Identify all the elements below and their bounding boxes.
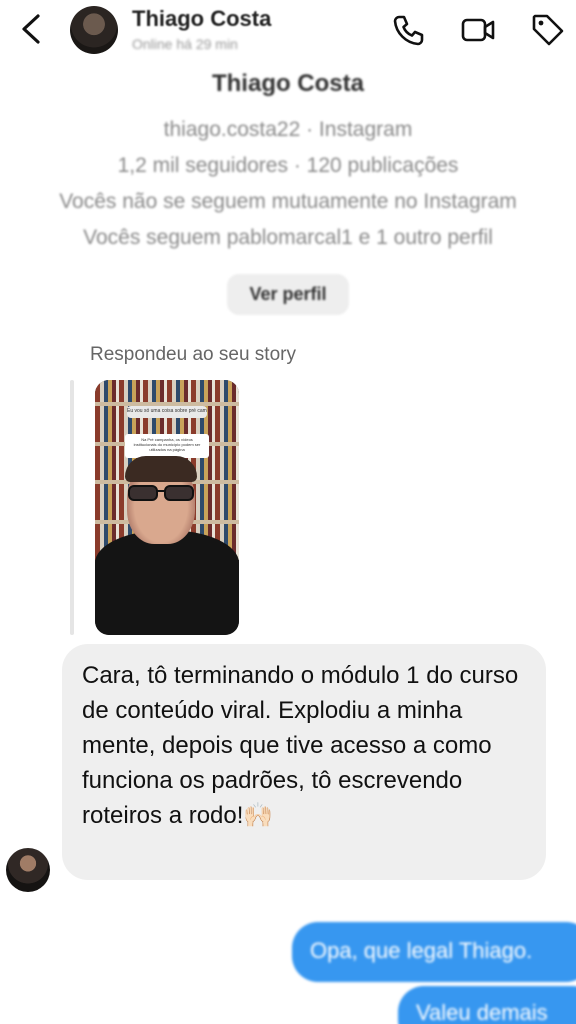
profile-following: Vocês seguem pablomarcal1 e 1 outro perf… (83, 226, 493, 249)
profile-mutual-status: Vocês não se seguem mutuamente no Instag… (59, 190, 517, 213)
profile-name: Thiago Costa (211, 70, 364, 97)
story-card-text: Na Pré campanha, os vídeos institucionai… (133, 437, 201, 452)
story-reply-bar (70, 380, 74, 635)
tag-icon[interactable] (530, 12, 566, 48)
outgoing-message[interactable]: Opa, que legal Thiago. (292, 922, 576, 982)
contact-name[interactable]: Thiago Costa (132, 6, 271, 32)
profile-summary: Thiago Costa thiago.costa22 · Instagram … (0, 70, 576, 315)
outgoing-message[interactable]: Valeu demais (398, 986, 576, 1024)
story-thumbnail[interactable]: Eu vou só uma coisa sobre pré campanha N… (95, 380, 239, 635)
view-profile-button[interactable]: Ver perfil (227, 274, 349, 315)
contact-status: Online há 29 min (132, 36, 238, 52)
phone-icon[interactable] (390, 12, 426, 48)
video-camera-icon[interactable] (460, 12, 496, 48)
profile-stats: 1,2 mil seguidores · 120 publicações (117, 154, 459, 177)
story-person-hair (125, 456, 197, 482)
story-question-sticker: Eu vou só uma coisa sobre pré campanha (127, 406, 207, 418)
story-person-shirt (95, 530, 239, 635)
contact-avatar[interactable] (70, 6, 118, 54)
story-question-text: Eu vou só uma coisa sobre pré campanha (127, 408, 207, 414)
sender-avatar[interactable] (6, 848, 50, 892)
back-arrow-icon[interactable] (18, 12, 44, 46)
incoming-message[interactable]: Cara, tô terminando o módulo 1 do curso … (62, 644, 546, 880)
story-reply-label: Respondeu ao seu story (90, 344, 296, 365)
story-text-card: Na Pré campanha, os vídeos institucionai… (125, 434, 209, 458)
glasses-icon (128, 485, 194, 501)
profile-username: thiago.costa22 · Instagram (163, 118, 413, 141)
chat-header: Thiago Costa Online há 29 min (0, 0, 576, 62)
